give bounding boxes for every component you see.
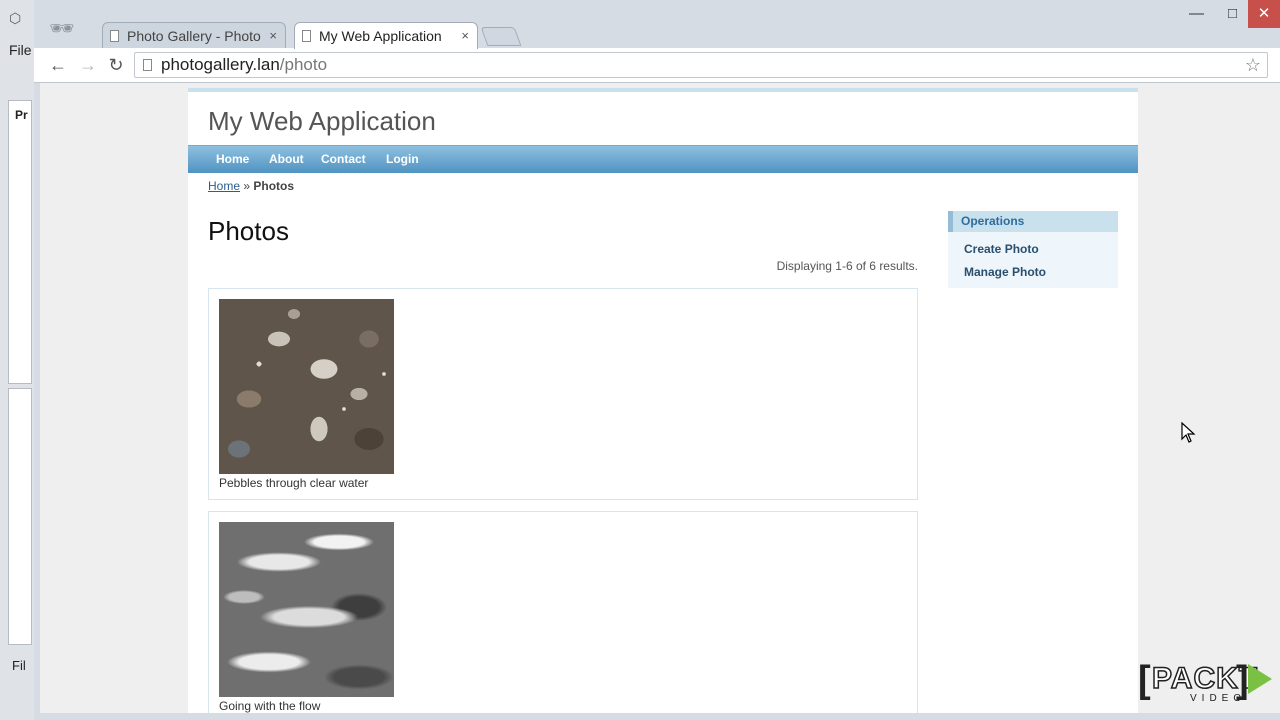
close-tab-icon[interactable]: × — [269, 23, 277, 49]
url-text[interactable]: photogallery.lan/photo — [161, 55, 327, 75]
address-bar[interactable]: photogallery.lan/photo ☆ — [134, 52, 1268, 78]
background-file-menu[interactable]: File — [9, 42, 32, 58]
page-viewport[interactable]: My Web Application Home About Contact Lo… — [40, 83, 1280, 713]
new-tab-button[interactable] — [480, 27, 522, 46]
photo-thumbnail-pebbles[interactable] — [219, 299, 394, 474]
create-photo-link[interactable]: Create Photo — [964, 242, 1039, 256]
breadcrumb-separator: » — [243, 179, 251, 193]
operations-portlet: Operations Create Photo Manage Photo — [948, 211, 1118, 288]
logo-bracket-left: [ — [1138, 659, 1151, 701]
browser-window: 🕶 Photo Gallery - Photo × My Web Applica… — [34, 0, 1280, 720]
forward-icon[interactable]: → — [76, 53, 100, 77]
reload-icon[interactable]: ↻ — [104, 53, 128, 77]
browser-toolbar: ← → ↻ photogallery.lan/photo ☆ — [34, 48, 1280, 83]
logo-subtitle: VIDEO — [1190, 693, 1247, 704]
url-path: /photo — [279, 55, 328, 74]
menu-item-home[interactable]: Home — [216, 146, 249, 173]
close-tab-icon[interactable]: × — [461, 23, 469, 49]
breadcrumb: Home » Photos — [208, 179, 294, 193]
main-menu: Home About Contact Login — [188, 145, 1138, 173]
maximize-icon[interactable]: □ — [1216, 0, 1249, 28]
photo-caption: Going with the flow — [219, 699, 321, 713]
page-title: Photos — [208, 216, 289, 246]
minimize-icon[interactable]: — — [1180, 0, 1213, 28]
background-bottom-label: Fil — [12, 658, 26, 673]
page-icon — [302, 30, 311, 42]
bookmark-star-icon[interactable]: ☆ — [1245, 54, 1261, 76]
photo-card: Going with the flow — [208, 511, 918, 713]
photo-card: Pebbles through clear water — [208, 288, 918, 500]
results-summary: Displaying 1-6 of 6 results. — [776, 259, 918, 273]
breadcrumb-home-link[interactable]: Home — [208, 179, 240, 193]
tab-title: My Web Application — [319, 28, 442, 44]
tab-photo-gallery[interactable]: Photo Gallery - Photo × — [102, 22, 286, 49]
breadcrumb-current: Photos — [253, 179, 295, 193]
photo-thumbnail-flow[interactable] — [219, 522, 394, 697]
photo-caption: Pebbles through clear water — [219, 476, 369, 490]
tab-strip: 🕶 Photo Gallery - Photo × My Web Applica… — [34, 0, 1280, 49]
page-icon — [110, 30, 119, 42]
menu-item-login[interactable]: Login — [386, 146, 419, 173]
app-cube-icon: ⬡ — [9, 10, 22, 26]
url-host: photogallery.lan — [161, 55, 280, 74]
background-panel-label: Pr — [15, 108, 28, 122]
background-panel-bottom — [8, 388, 32, 645]
mouse-cursor-icon — [1181, 422, 1196, 443]
tab-title: Photo Gallery - Photo — [127, 28, 261, 44]
menu-item-contact[interactable]: Contact — [321, 146, 366, 173]
menu-item-about[interactable]: About — [269, 146, 304, 173]
play-icon — [1248, 664, 1272, 694]
background-panel-top — [8, 100, 32, 384]
incognito-icon: 🕶 — [49, 18, 75, 40]
web-page: My Web Application Home About Contact Lo… — [188, 88, 1138, 713]
site-title: My Web Application — [208, 106, 436, 136]
packt-video-logo: [ PACKT ] VIDEO — [1138, 660, 1274, 706]
portlet-title: Operations — [948, 211, 1118, 232]
background-app-window: ⬡ File Pr Fil — [0, 0, 35, 720]
close-window-icon[interactable]: ✕ — [1248, 0, 1280, 28]
manage-photo-link[interactable]: Manage Photo — [964, 265, 1046, 279]
tab-my-web-application[interactable]: My Web Application × — [294, 22, 478, 49]
page-icon — [143, 59, 152, 71]
back-icon[interactable]: ← — [46, 53, 70, 77]
